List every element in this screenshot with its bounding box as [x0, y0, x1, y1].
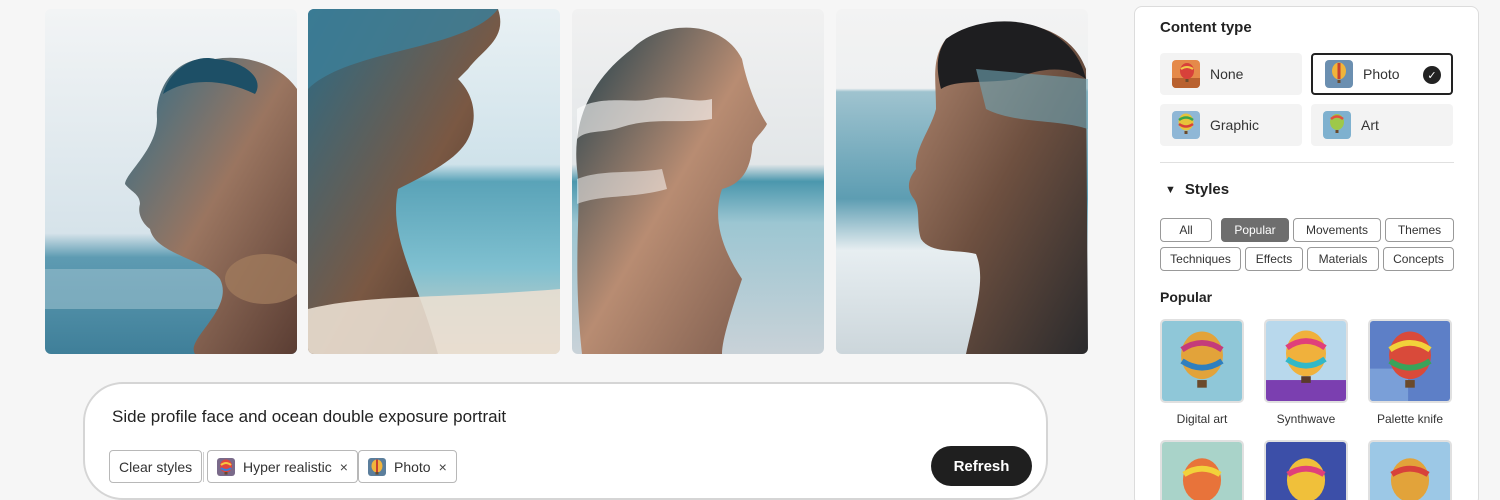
content-type-graphic[interactable]: Graphic [1160, 104, 1302, 146]
style-card-row2-3[interactable] [1368, 440, 1452, 500]
style-tag-all[interactable]: All [1160, 218, 1212, 242]
style-tag-themes[interactable]: Themes [1385, 218, 1454, 242]
style-card-synthwave[interactable]: Synthwave [1264, 319, 1348, 426]
style-thumbnail [1264, 319, 1348, 403]
style-tag-popular[interactable]: Popular [1221, 218, 1289, 242]
result-image-4[interactable] [836, 9, 1088, 354]
styles-title: Styles [1184, 181, 1230, 198]
chip-label: Photo [394, 458, 431, 475]
style-card-digital-art[interactable]: Digital art [1160, 319, 1244, 426]
panel-divider [1160, 162, 1454, 163]
style-card-label: Palette knife [1376, 412, 1444, 426]
style-card-label: Digital art [1176, 412, 1228, 426]
content-type-heading: Content type [1160, 19, 1252, 36]
style-card-row2-1[interactable] [1160, 440, 1244, 500]
content-type-label: Art [1361, 117, 1379, 133]
checkmark-icon: ✓ [1423, 66, 1441, 84]
chevron-down-icon[interactable]: ▼ [1165, 184, 1176, 196]
balloon-thumbnail-icon [217, 457, 235, 476]
style-tag-effects[interactable]: Effects [1245, 247, 1303, 271]
styles-heading[interactable]: ▼ Styles [1165, 181, 1229, 198]
style-thumbnail [1368, 440, 1452, 500]
style-chip-photo[interactable]: Photo × [358, 450, 457, 483]
style-tag-concepts[interactable]: Concepts [1383, 247, 1454, 271]
prompt-box[interactable]: Side profile face and ocean double expos… [83, 382, 1048, 500]
style-card-palette-knife[interactable]: Palette knife [1368, 319, 1452, 426]
result-image-2[interactable] [308, 9, 560, 354]
balloon-photo-icon [1325, 60, 1353, 88]
popular-heading: Popular [1160, 289, 1213, 305]
settings-panel: Content type None Photo ✓ Graphic Art ▼ … [1134, 6, 1479, 500]
style-tag-techniques[interactable]: Techniques [1160, 247, 1241, 271]
result-image-3[interactable] [572, 9, 824, 354]
content-type-label: Photo [1363, 66, 1400, 82]
content-type-label: Graphic [1210, 117, 1260, 133]
content-type-art[interactable]: Art [1311, 104, 1453, 146]
style-tag-materials[interactable]: Materials [1307, 247, 1379, 271]
remove-chip-icon[interactable]: × [340, 459, 348, 475]
result-image-1[interactable] [45, 9, 297, 354]
refresh-button[interactable]: Refresh [931, 446, 1032, 486]
content-type-none[interactable]: None [1160, 53, 1302, 95]
balloon-landscape-icon [1172, 60, 1200, 88]
style-thumbnail [1160, 440, 1244, 500]
style-thumbnail [1160, 319, 1244, 403]
prompt-input[interactable]: Side profile face and ocean double expos… [112, 407, 506, 427]
style-thumbnail [1368, 319, 1452, 403]
balloon-thumbnail-icon [368, 457, 386, 476]
style-card-label: Synthwave [1276, 412, 1336, 426]
balloon-graphic-icon [1172, 111, 1200, 139]
chip-separator [203, 452, 204, 482]
remove-chip-icon[interactable]: × [439, 459, 447, 475]
clear-styles-button[interactable]: Clear styles [109, 450, 203, 483]
balloon-art-icon [1323, 111, 1351, 139]
style-chip-hyper-realistic[interactable]: Hyper realistic × [207, 450, 358, 483]
style-tag-movements[interactable]: Movements [1293, 218, 1381, 242]
chip-label: Hyper realistic [243, 458, 332, 475]
style-card-row2-2[interactable] [1264, 440, 1348, 500]
clear-styles-label: Clear styles [119, 458, 193, 475]
results-gallery [45, 9, 1088, 354]
style-thumbnail [1264, 440, 1348, 500]
content-type-photo[interactable]: Photo ✓ [1311, 53, 1453, 95]
content-type-label: None [1210, 66, 1244, 82]
